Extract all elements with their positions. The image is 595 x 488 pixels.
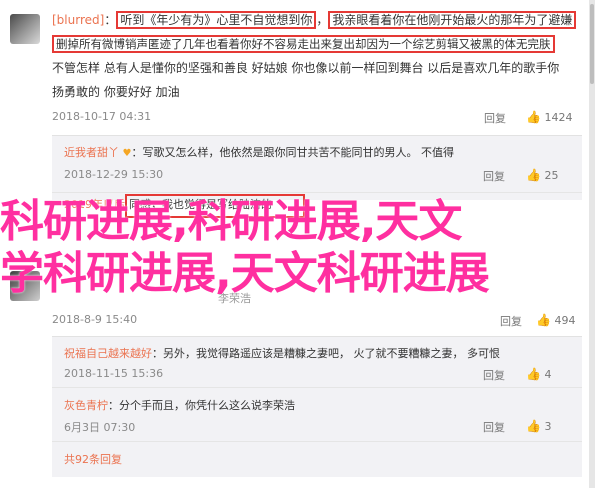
reply-button[interactable]: 回复	[483, 168, 505, 184]
reply-box: 祝福自己越来越好：另外，我觉得路遥应该是糟糠之妻吧， 火了就不要糟糠之妻， 多可…	[52, 336, 582, 477]
avatar[interactable]	[10, 14, 40, 44]
reply-username[interactable]: 灰色青柠	[64, 399, 108, 412]
reply-button[interactable]: 回复	[483, 367, 505, 383]
divider	[52, 441, 582, 442]
reply-button[interactable]: 回复	[500, 313, 522, 329]
comment-username[interactable]: [blurred]	[52, 13, 104, 27]
like-button[interactable]: 👍 25	[526, 168, 558, 182]
thumbs-up-icon: 👍	[526, 367, 541, 381]
thumbs-up-icon: 👍	[536, 313, 551, 327]
comment-text-line: 不管怎样 总有人是懂你的坚强和善良 好姑娘 你也像以前一样回到舞台 以后是喜欢几…	[52, 61, 560, 75]
overlay-line-1: 科研进展,科研进展,天文	[0, 196, 462, 247]
thumbs-up-icon: 👍	[526, 168, 541, 182]
divider	[52, 387, 582, 388]
reply-box: 近我者甜丫 ♥：写歌又怎么样，他依然是跟你同甘共苦不能同甘的男人。 不值得 20…	[52, 135, 582, 218]
comment-date: 2018-10-17 04:31	[52, 110, 152, 123]
comment-text-line: 扬勇敢的 你要好好 加油	[52, 85, 180, 99]
reply-date: 6月3日 07:30	[64, 421, 136, 434]
like-button[interactable]: 👍 4	[526, 367, 551, 381]
scrollbar[interactable]	[589, 0, 595, 488]
comment-feed: [blurred]： 听到《年少有为》心里不自觉想到你，我亲眼看着你在他刚开始最火…	[0, 0, 595, 488]
like-button[interactable]: 👍 1424	[526, 110, 572, 124]
reply-username[interactable]: 近我者甜丫	[64, 146, 119, 159]
thumbs-up-icon: 👍	[526, 419, 541, 433]
divider	[52, 192, 582, 193]
reply-item: 灰色青柠：分个手而且，你凭什么这么说李荣浩	[64, 399, 295, 412]
like-button[interactable]: 👍 3	[526, 419, 551, 433]
like-button[interactable]: 👍 494	[536, 313, 575, 327]
reply-item: 祝福自己越来越好：另外，我觉得路遥应该是糟糠之妻吧， 火了就不要糟糠之妻， 多可…	[64, 347, 500, 360]
highlight-box-1: 听到《年少有为》心里不自觉想到你	[116, 11, 317, 29]
highlight-box-2: 我亲眼看着你在他刚开始最火的那年为了避嫌	[328, 11, 577, 29]
comment-date: 2018-8-9 15:40	[52, 313, 138, 326]
reply-button[interactable]: 回复	[483, 419, 505, 435]
overlay-line-2: 学科研进展,天文科研进展	[0, 248, 490, 299]
scrollbar-thumb[interactable]	[590, 4, 594, 84]
more-replies-link[interactable]: 共92条回复	[64, 451, 122, 467]
highlight-box-3: 删掉所有微博销声匿迹了几年也看着你好不容易走出来复出却因为一个综艺剪辑又被黑的体…	[52, 35, 555, 53]
reply-date: 2018-11-15 15:36	[64, 367, 164, 380]
reply-button[interactable]: 回复	[484, 110, 506, 126]
reply-username[interactable]: 祝福自己越来越好	[64, 347, 152, 360]
like-count: 1424	[544, 111, 573, 124]
reply-item: 近我者甜丫 ♥：写歌又怎么样，他依然是跟你同甘共苦不能同甘的男人。 不值得	[64, 146, 454, 159]
reply-date: 2018-12-29 15:30	[64, 168, 164, 181]
main-comment: [blurred]： 听到《年少有为》心里不自觉想到你，我亲眼看着你在他刚开始最火…	[52, 8, 577, 104]
thumbs-up-icon: 👍	[526, 110, 541, 124]
watermark-overlay: 科研进展,科研进展,天文 学科研进展,天文科研进展	[0, 196, 595, 300]
